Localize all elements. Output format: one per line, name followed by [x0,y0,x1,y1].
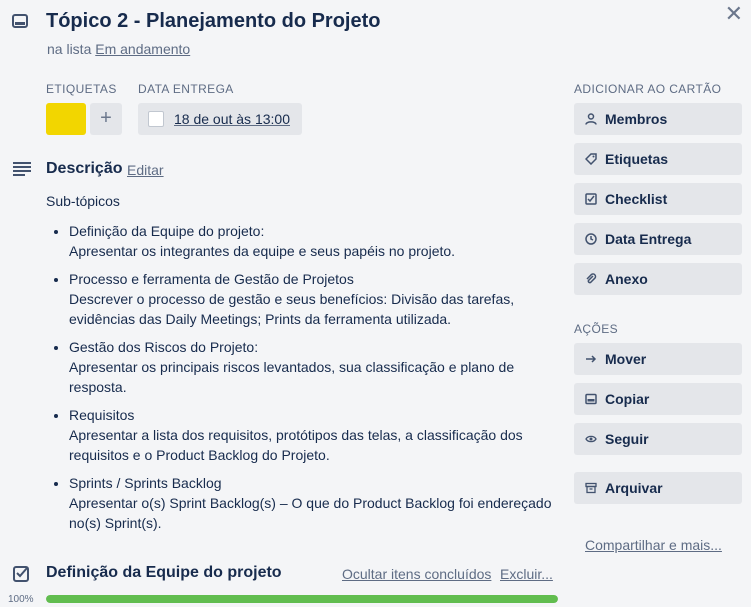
attachment-button-label: Anexo [605,271,648,287]
add-to-card-heading: ADICIONAR AO CARTÃO [574,82,722,96]
list-item-title: Requisitos [69,407,135,423]
description-edit-link[interactable]: Editar [127,162,164,178]
checklist-progress-bar [46,595,558,603]
card-icon [12,14,28,28]
due-date-button-label: Data Entrega [605,231,692,247]
actions-heading: AÇÕES [574,322,619,336]
checklist-icon [585,193,597,205]
list-item: Requisitos Apresentar a lista dos requis… [69,405,569,465]
follow-button-label: Seguir [605,431,649,447]
checklist-progress-fill [46,595,558,603]
follow-button[interactable]: Seguir [574,423,742,455]
list-item: Gestão dos Riscos do Projeto: Apresentar… [69,337,569,397]
card-icon [585,393,597,405]
list-item: Definição da Equipe do projeto: Apresent… [69,221,569,261]
eye-icon [585,435,597,443]
checklist-button-label: Checklist [605,191,668,207]
description-intro: Sub-tópicos [46,193,120,209]
label-chip-yellow[interactable] [46,103,86,135]
labels-heading: ETIQUETAS [46,82,117,96]
due-date-checkbox[interactable] [148,111,164,127]
description-heading: Descrição [46,160,123,177]
checklist-title[interactable]: Definição da Equipe do projeto [46,564,282,582]
members-button[interactable]: Membros [574,103,742,135]
list-link[interactable]: Em andamento [95,41,190,57]
arrow-right-icon [586,355,597,363]
delete-checklist-link[interactable]: Excluir... [500,566,553,582]
archive-button[interactable]: Arquivar [574,472,742,504]
members-button-label: Membros [605,111,668,127]
clock-icon [585,233,597,245]
checklist-progress-label: 100% [8,594,34,605]
move-button-label: Mover [605,351,647,367]
archive-button-label: Arquivar [605,480,663,496]
paperclip-icon [586,273,597,284]
list-item: Sprints / Sprints Backlog Apresentar o(s… [69,473,569,533]
copy-button[interactable]: Copiar [574,383,742,415]
checklist-button[interactable]: Checklist [574,183,742,215]
list-item-body: Apresentar os principais riscos levantad… [69,359,515,395]
list-item: Processo e ferramenta de Gestão de Proje… [69,269,569,329]
list-item-body: Descrever o processo de gestão e seus be… [69,291,515,327]
due-date-button[interactable]: Data Entrega [574,223,742,255]
description-list: Definição da Equipe do projeto: Apresent… [52,221,569,541]
list-item-title: Sprints / Sprints Backlog [69,475,222,491]
attachment-button[interactable]: Anexo [574,263,742,295]
description-icon [13,162,31,176]
labels-button-label: Etiquetas [605,151,669,167]
list-item-title: Definição da Equipe do projeto: [69,223,265,239]
close-icon[interactable]: ✕ [725,2,743,26]
due-date-value[interactable]: 18 de out às 13:00 [174,111,290,127]
card-title[interactable]: Tópico 2 - Planejamento do Projeto [46,10,380,33]
move-button[interactable]: Mover [574,343,742,375]
card-list-info: na lista Em andamento [47,41,190,57]
user-icon [585,113,597,125]
list-prefix: na lista [47,41,92,57]
due-date-badge[interactable]: 18 de out às 13:00 [138,103,302,135]
list-item-title: Gestão dos Riscos do Projeto: [69,339,259,355]
tag-icon [585,153,597,165]
copy-button-label: Copiar [605,391,650,407]
list-item-body: Apresentar a lista dos requisitos, protó… [69,427,523,463]
list-item-body: Apresentar os integrantes da equipe e se… [69,243,456,259]
list-item-title: Processo e ferramenta de Gestão de Proje… [69,271,354,287]
checklist-icon [13,566,29,582]
hide-completed-link[interactable]: Ocultar itens concluídos [342,566,491,582]
due-date-heading: DATA ENTREGA [138,82,234,96]
list-item-body: Apresentar o(s) Sprint Backlog(s) – O qu… [69,495,552,531]
labels-button[interactable]: Etiquetas [574,143,742,175]
add-label-button[interactable]: + [90,103,122,135]
share-and-more-link[interactable]: Compartilhar e mais... [585,537,722,553]
archive-icon [585,482,597,494]
